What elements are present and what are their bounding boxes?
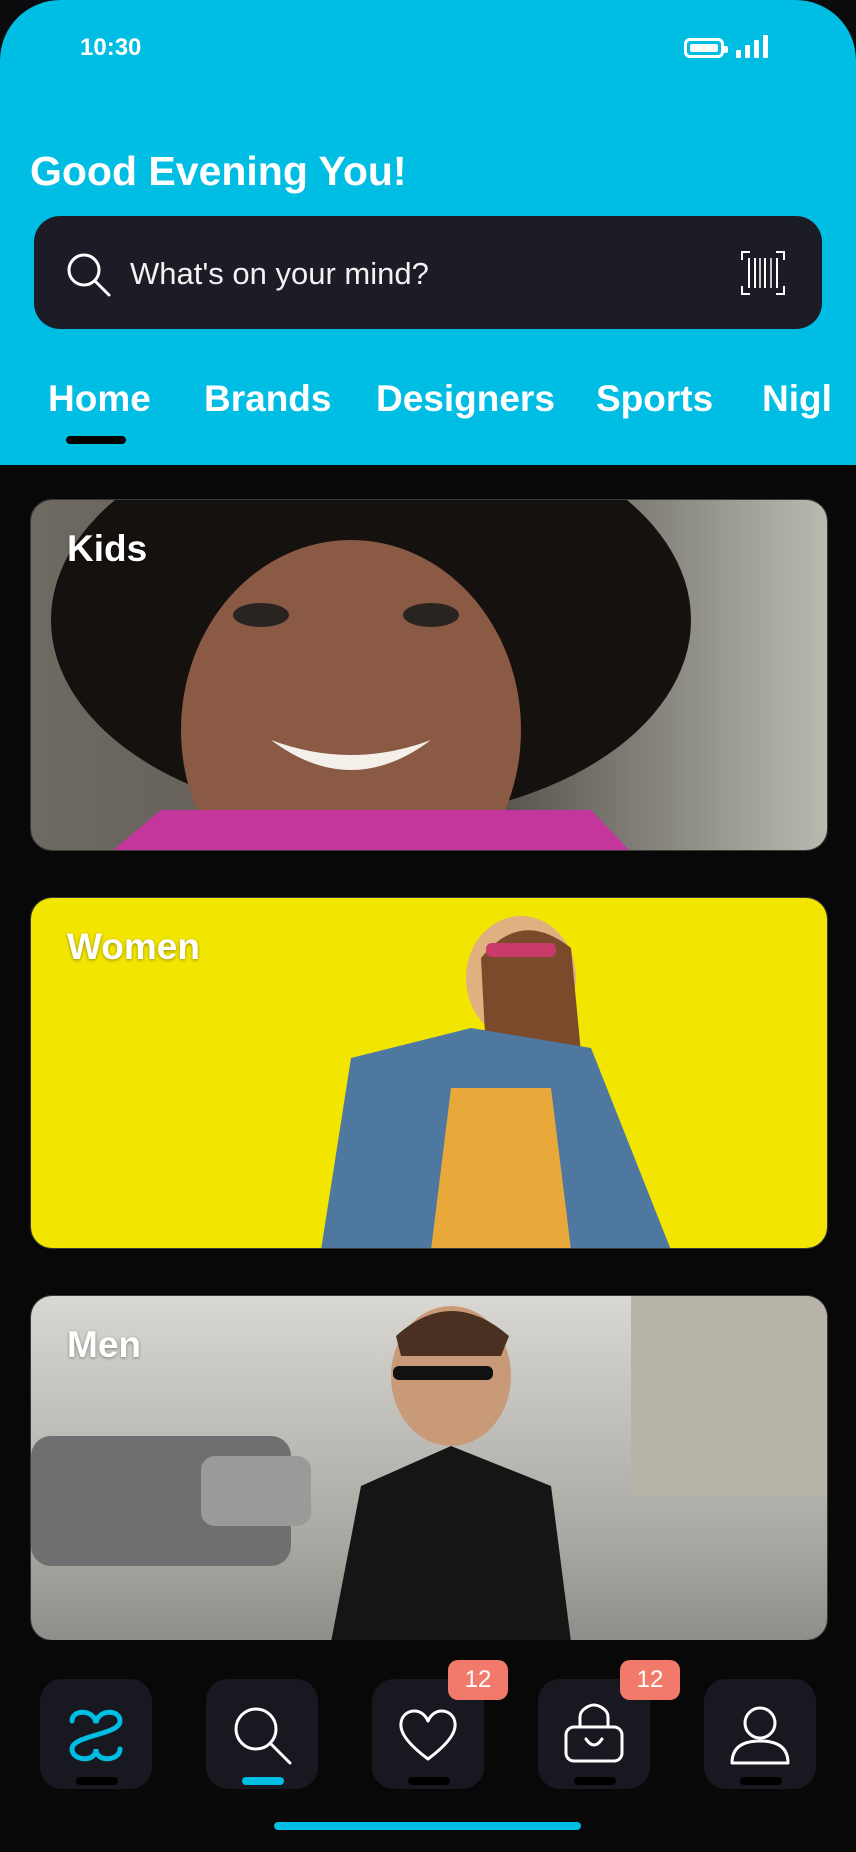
nav-indicator-active [242,1777,284,1785]
header: 10:30 Good Evening You! What's on your m… [0,0,856,465]
nav-search-button[interactable] [206,1679,318,1789]
bag-count-badge: 12 [620,1660,680,1700]
category-card-men[interactable]: Men [30,1295,828,1641]
status-icons [684,34,768,58]
user-icon [730,1706,790,1765]
heart-icon [399,1709,457,1761]
category-card-women[interactable]: Women [30,897,828,1249]
status-time: 10:30 [80,34,142,61]
search-icon [67,253,111,297]
nav-indicator [408,1777,450,1785]
home-indicator[interactable] [274,1822,581,1830]
nav-home-button[interactable] [40,1679,152,1789]
nav-indicator [76,1777,118,1785]
card-label-men: Men [67,1324,141,1365]
app-screen: 10:30 Good Evening You! What's on your m… [0,0,856,1852]
nav-profile-button[interactable] [704,1679,816,1789]
search-icon [234,1707,292,1765]
card-label-kids: Kids [67,528,148,569]
logo-icon [69,1709,123,1762]
active-tab-indicator [66,436,126,444]
card-label-women: Women [67,926,200,967]
category-card-kids[interactable]: Kids [30,499,828,851]
tab-designers[interactable]: Designers [376,378,555,420]
wishlist-count-badge: 12 [448,1660,508,1700]
category-tabs: Home Brands Designers Sports Nigl [0,378,856,428]
men-photo [31,1296,827,1640]
barcode-icon[interactable] [740,250,786,296]
greeting-title: Good Evening You! [30,148,407,194]
search-input[interactable]: What's on your mind? [130,256,429,292]
tab-brands[interactable]: Brands [204,378,331,420]
bag-icon [564,1703,624,1763]
tab-home[interactable]: Home [48,378,151,420]
battery-icon [684,38,728,58]
tab-sports[interactable]: Sports [596,378,713,420]
nav-indicator [740,1777,782,1785]
tab-nightlife[interactable]: Nigl [762,378,832,420]
nav-indicator [574,1777,616,1785]
kids-photo [31,500,827,850]
signal-icon [736,34,768,58]
